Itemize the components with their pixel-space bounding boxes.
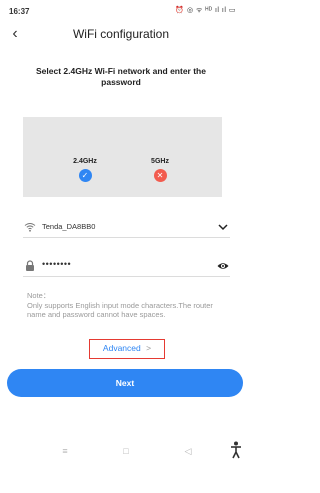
accessibility-icon[interactable] [230,441,242,459]
next-button[interactable]: Next [7,369,243,397]
status-icons: ⏰ ◎ ᯤ ᴴᴰ ıl ıl ▭ [175,7,236,14]
password-field[interactable]: •••••••• [23,257,230,277]
advanced-label: Advanced [102,343,141,353]
home-icon[interactable]: □ [118,444,134,458]
lock-icon [26,260,34,271]
band-illustration: 2.4GHz ✓ 5GHz ✕ [23,117,222,197]
ssid-value: Tenda_DA8BB0 [42,222,96,231]
status-bar: 16:37 ⏰ ◎ ᯤ ᴴᴰ ıl ıl ▭ [0,0,242,20]
band-24ghz-label: 2.4GHz [73,158,97,165]
eye-icon[interactable] [217,260,229,272]
advanced-link[interactable]: Advanced > [89,339,165,359]
header: ‹ WiFi configuration [0,22,242,46]
back-triangle-icon[interactable]: ◁ [180,444,196,458]
band-5ghz: 5GHz ✕ [130,158,190,182]
password-input[interactable]: •••••••• [42,259,71,269]
band-5ghz-label: 5GHz [151,158,169,165]
ssid-field[interactable]: Tenda_DA8BB0 [23,218,230,238]
system-nav-bar: ≡ □ ◁ [0,444,242,460]
wifi-icon [24,223,36,232]
status-time: 16:37 [9,7,30,16]
note-text: Note： Only supports English input mode c… [27,291,222,320]
band-24ghz: 2.4GHz ✓ [55,158,115,182]
instruction-text: Select 2.4GHz Wi-Fi network and enter th… [36,66,206,87]
page-title: WiFi configuration [72,27,170,41]
cross-icon: ✕ [153,169,167,182]
chevron-down-icon[interactable] [217,221,229,233]
chevron-right-icon: > [146,343,152,353]
note-body: Only supports English input mode charact… [27,300,213,320]
note-heading: Note： [27,291,51,300]
menu-icon[interactable]: ≡ [57,444,73,458]
check-icon: ✓ [78,169,92,182]
